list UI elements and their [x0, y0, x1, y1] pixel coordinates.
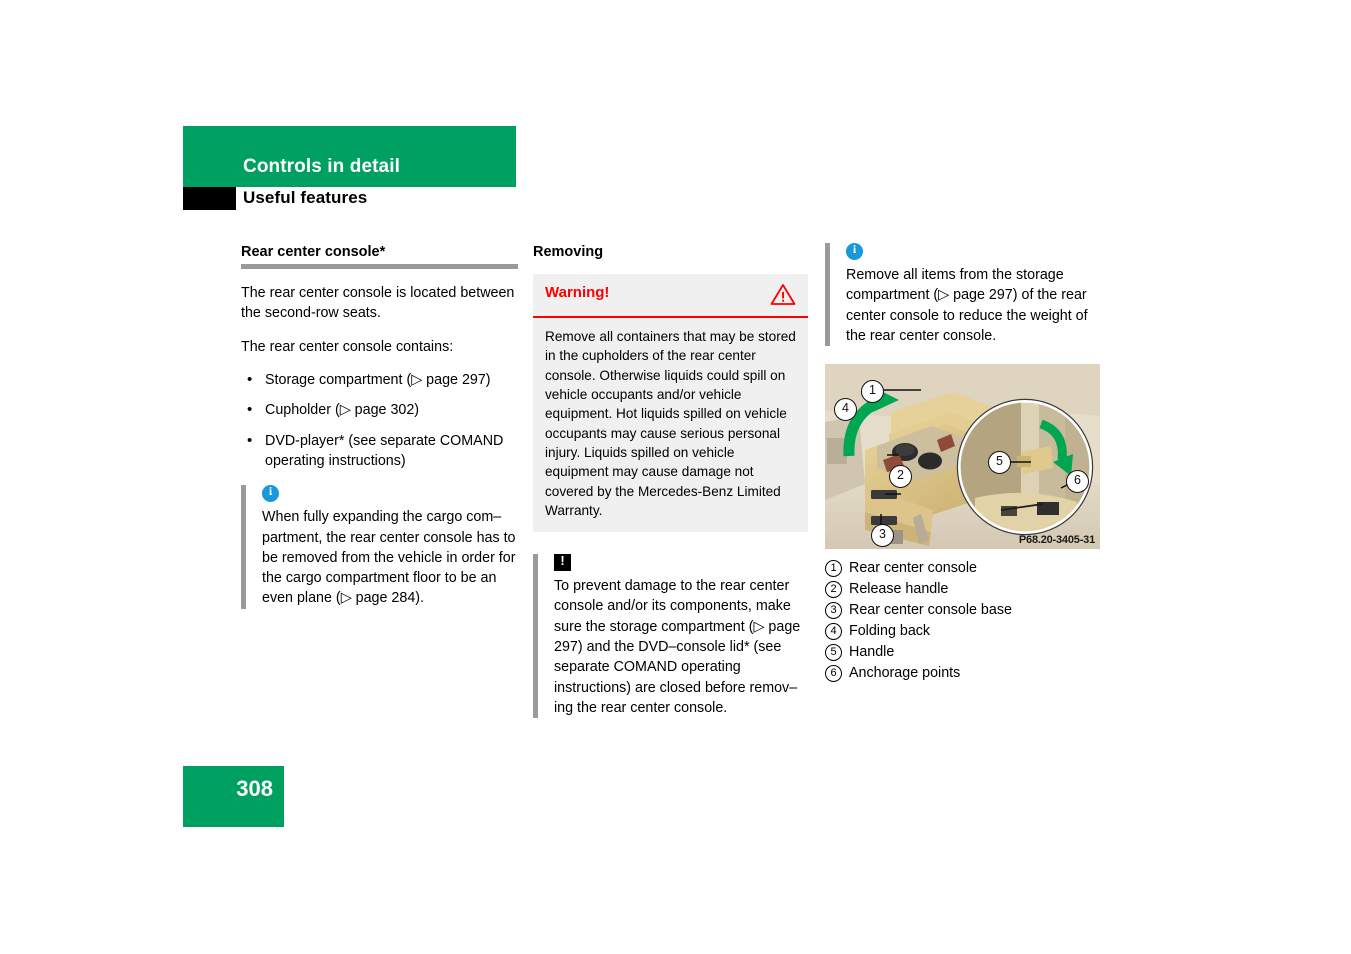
legend-label: Rear center console [849, 560, 977, 577]
left-column: Rear center console* The rear center con… [241, 243, 521, 609]
note-text: To prevent damage to the rear center con… [554, 578, 801, 716]
figure-legend: 1 Rear center console 2 Release handle 3… [825, 559, 1105, 683]
legend-number: 5 [825, 644, 842, 662]
rear-center-console-illustration: 1 2 3 4 5 6 P68.20-3405-31 [825, 364, 1100, 550]
figure-reference-code: P68.20-3405-31 [1018, 534, 1095, 547]
legend-label: Rear center console base [849, 602, 1012, 619]
intro-paragraph-1: The rear center console is located betwe… [241, 285, 515, 322]
section-heading-removing: Removing [533, 244, 604, 260]
legend-label: Folding back [849, 623, 931, 640]
contents-bullet-list: Storage compartment (▷ page 297) Cuphold… [241, 369, 521, 472]
middle-column: Removing Warning! Remove all containers … [533, 243, 813, 719]
note-icon-row [554, 553, 813, 575]
info-note-remove-items: Remove all items from the storage compar… [825, 242, 1105, 347]
note-accent-bar [533, 554, 538, 719]
legend-item-5: 5 Handle [825, 643, 1105, 662]
intro-paragraph-2: The rear center console contains: [241, 338, 454, 355]
legend-number: 1 [825, 560, 842, 578]
legend-label: Handle [849, 644, 895, 661]
page-header-banner: Controls in detail [183, 126, 516, 187]
page-number: 308 [236, 776, 273, 801]
legend-number: 3 [825, 602, 842, 620]
legend-item-6: 6 Anchorage points [825, 664, 1105, 683]
page-number-block: 308 [183, 766, 284, 827]
section-heading-rear-center-console: Rear center console* [241, 244, 386, 260]
note-icon-row [846, 242, 1105, 264]
legend-label: Anchorage points [849, 665, 961, 682]
note-icon-row [262, 484, 521, 506]
warning-header: Warning! [533, 274, 808, 319]
legend-number: 2 [825, 581, 842, 599]
note-accent-bar [241, 485, 246, 609]
note-text: Remove all items from the storage compar… [846, 267, 1088, 344]
list-item: Cupholder (▷ page 302) [241, 399, 521, 421]
list-item: Storage compartment (▷ page 297) [241, 369, 521, 391]
right-column: Remove all items from the storage compar… [825, 242, 1105, 685]
caution-note-removing: To prevent damage to the rear center con… [533, 553, 813, 719]
legend-item-1: 1 Rear center console [825, 559, 1105, 578]
legend-item-4: 4 Folding back [825, 622, 1105, 641]
legend-item-2: 2 Release handle [825, 580, 1105, 599]
warning-text: Remove all containers that may be stored… [545, 329, 796, 518]
note-text: When fully expanding the cargo com–partm… [262, 509, 516, 607]
legend-number: 6 [825, 665, 842, 683]
legend-number: 4 [825, 623, 842, 641]
legend-item-3: 3 Rear center console base [825, 601, 1105, 620]
info-icon [846, 242, 863, 260]
section-heading-rule [241, 264, 518, 270]
info-icon [262, 484, 279, 503]
note-accent-bar [825, 243, 830, 347]
page-header-title: Controls in detail [243, 156, 400, 177]
header-black-marker [183, 187, 236, 210]
warning-triangle-icon [770, 284, 796, 306]
warning-title: Warning! [545, 284, 610, 302]
info-note-cargo-compartment: When fully expanding the cargo com–partm… [241, 484, 521, 609]
legend-label: Release handle [849, 581, 949, 598]
list-item: DVD-player* (see separate COMAND operati… [241, 430, 521, 472]
page-header-subtitle: Useful features [243, 188, 368, 207]
warning-box: Warning! Remove all containers that may … [533, 274, 808, 533]
caution-icon [554, 553, 571, 572]
